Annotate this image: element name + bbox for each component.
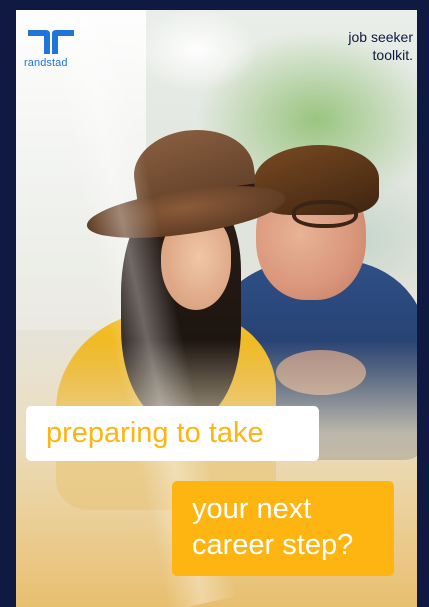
toolkit-line-1: job seeker	[348, 29, 413, 45]
headline-tag-primary: preparing to take	[26, 406, 319, 461]
toolkit-label: job seeker toolkit.	[273, 28, 413, 64]
page-frame: randstad job seeker toolkit. preparing t…	[0, 0, 429, 607]
headline-line-1: preparing to take	[46, 417, 264, 449]
headline-line-2: your next	[192, 493, 312, 525]
headline-tag-secondary: your next career step?	[172, 481, 394, 576]
glasses	[292, 200, 358, 228]
logo-wordmark: randstad	[24, 57, 68, 69]
randstad-logo-icon	[28, 30, 74, 54]
randstad-logo[interactable]: randstad	[24, 28, 84, 69]
headline-line-3: career step?	[192, 529, 354, 561]
toolkit-line-2: toolkit.	[372, 47, 413, 63]
